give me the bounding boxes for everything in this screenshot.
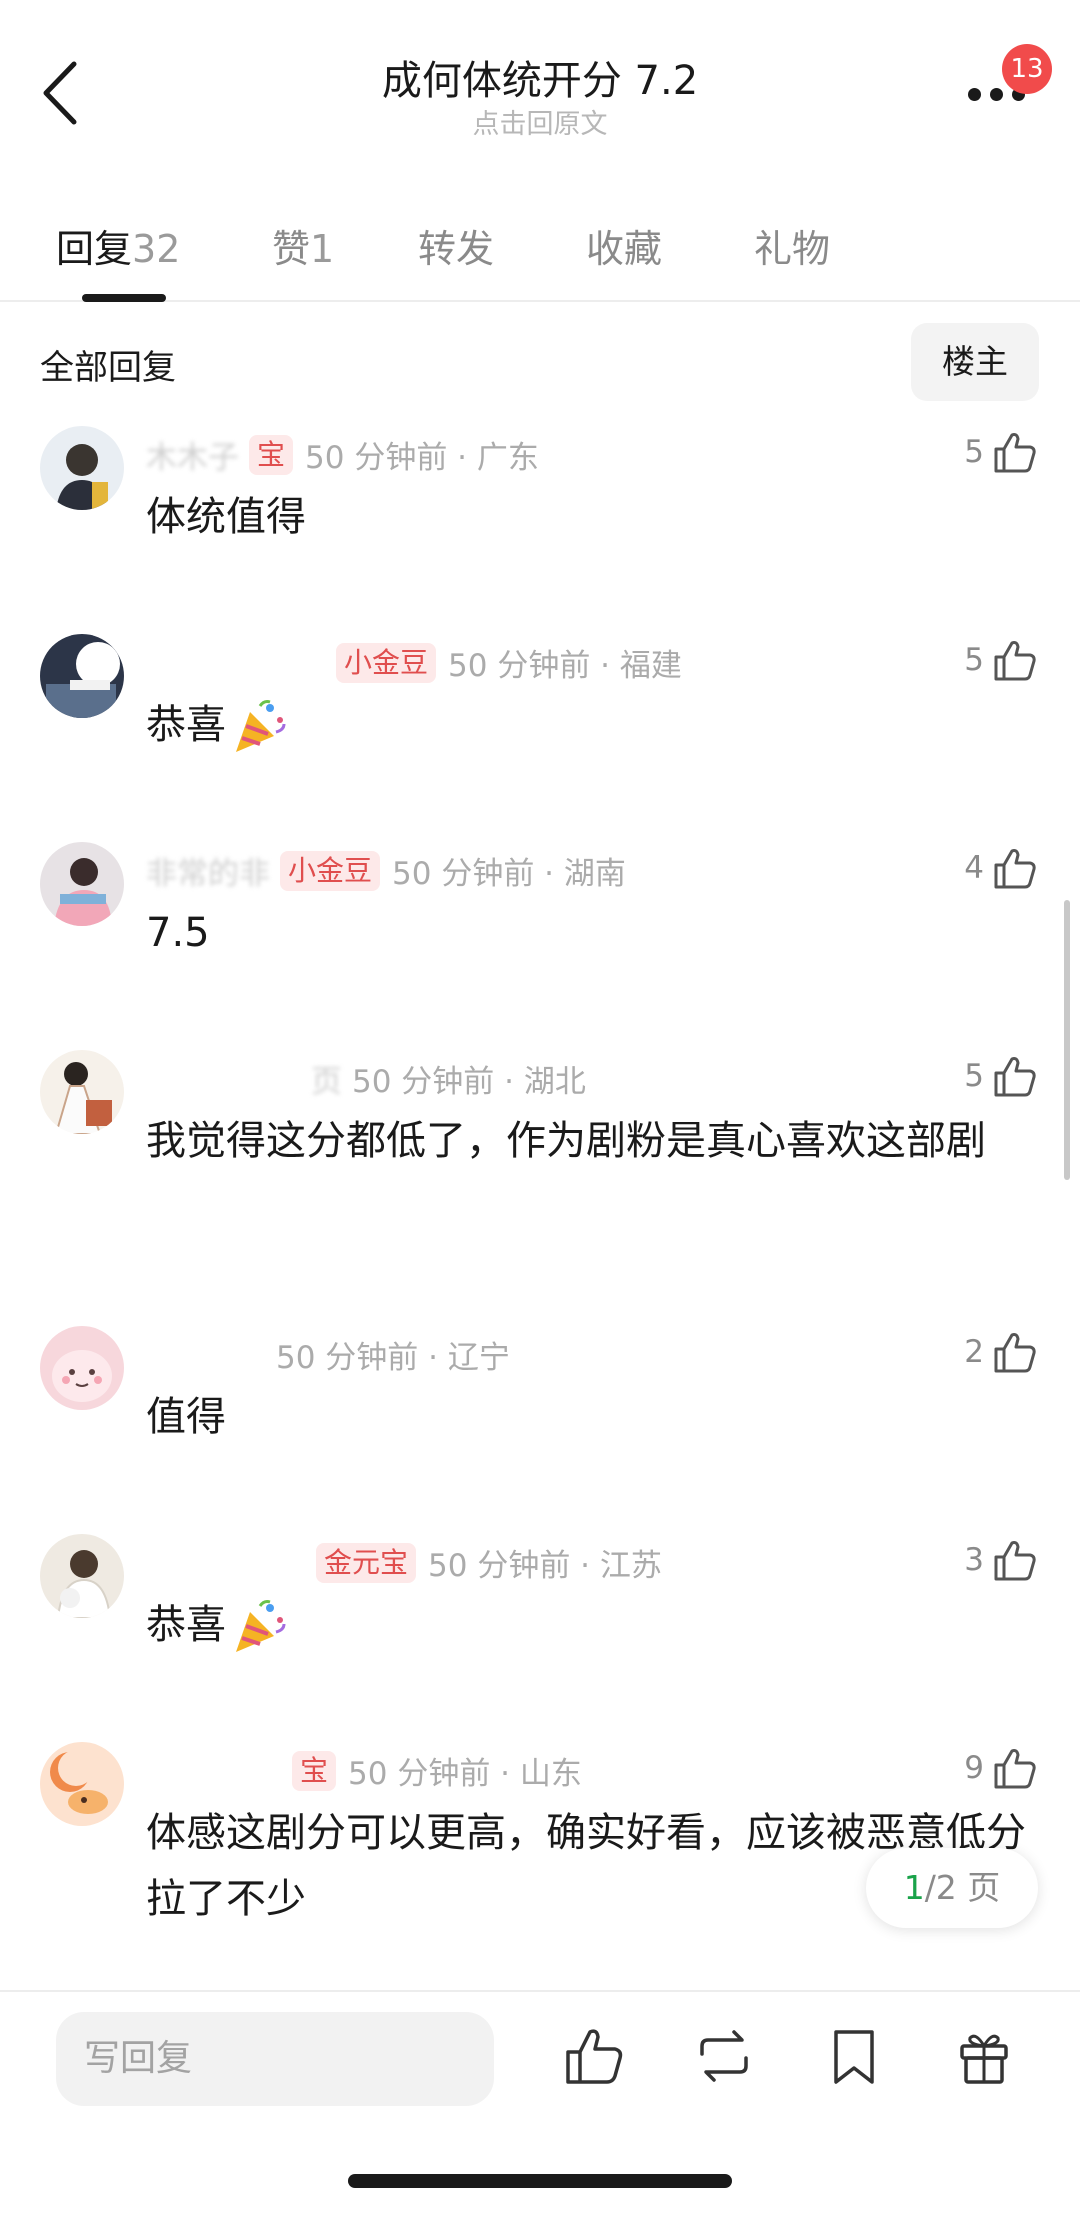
tab-label: 回复 — [56, 227, 133, 271]
home-indicator — [348, 2174, 732, 2188]
comment-meta: 金元宝 50 分钟前 · 江苏 — [146, 1540, 936, 1584]
timestamp-location: 50 分钟前 · 山东 — [348, 1756, 582, 1792]
comment-meta: 50 分钟前 · 辽宁 — [146, 1332, 936, 1376]
username[interactable]: 木木子 — [146, 432, 239, 477]
thumbs-up-icon[interactable] — [562, 2024, 626, 2088]
user-badge: 金元宝 — [316, 1542, 417, 1583]
avatar[interactable] — [40, 634, 124, 718]
view-original-link[interactable]: 点击回原文 — [0, 102, 1080, 141]
current-page: 1 — [903, 1868, 925, 1907]
comment-text-content: 恭喜 — [146, 702, 226, 748]
like-button[interactable]: 5 — [964, 1048, 1038, 1104]
like-button[interactable]: 3 — [964, 1532, 1038, 1588]
owner-filter-button[interactable]: 楼主 — [911, 323, 1039, 401]
tab-gifts[interactable]: 礼物 — [754, 218, 830, 273]
page-indicator[interactable]: 1/2 页 — [866, 1848, 1038, 1928]
timestamp-location: 50 分钟前 · 湖南 — [392, 856, 626, 892]
comment-meta: 宝 50 分钟前 · 山东 — [146, 1748, 936, 1792]
comment-text: 我觉得这分都低了，作为剧粉是真心喜欢这部剧 — [146, 1118, 986, 1164]
user-badge: 小金豆 — [280, 850, 381, 891]
all-replies-filter[interactable]: 全部回复 — [40, 340, 176, 389]
tab-likes[interactable]: 赞1 — [272, 218, 334, 273]
thumbs-up-icon — [994, 849, 1036, 889]
thumbs-up-icon — [994, 641, 1036, 681]
header: 成何体统开分 7.2 点击回原文 13 — [0, 0, 1080, 150]
party-popper-icon — [236, 1600, 286, 1652]
comment-text: 恭喜 — [146, 1592, 1026, 1658]
avatar[interactable] — [40, 1326, 124, 1410]
like-count: 4 — [964, 850, 984, 886]
timestamp-location: 50 分钟前 · 江苏 — [428, 1548, 662, 1584]
tab-bar: 回复32 赞1 转发 收藏 礼物 — [0, 200, 1080, 302]
user-badge: 宝 — [249, 434, 294, 475]
bottom-action-bar: 写回复 — [0, 1990, 1080, 2215]
like-count: 5 — [964, 1058, 984, 1094]
comment-text: 7.5 — [146, 910, 210, 956]
tab-label: 礼物 — [754, 227, 831, 271]
like-button[interactable]: 9 — [964, 1740, 1038, 1796]
gift-icon[interactable] — [952, 2024, 1016, 2088]
comment-meta: 非常的非 小金豆 50 分钟前 · 湖南 — [146, 848, 936, 892]
timestamp-location: 50 分钟前 · 辽宁 — [276, 1340, 510, 1376]
like-count: 3 — [964, 1542, 984, 1578]
scrollbar[interactable] — [1064, 900, 1070, 1180]
total-pages: /2 页 — [924, 1868, 1001, 1907]
user-badge: 小金豆 — [336, 642, 437, 683]
thumbs-up-icon — [994, 433, 1036, 473]
comment-text: 体统值得 — [146, 494, 306, 540]
thumbs-up-icon — [994, 1057, 1036, 1097]
timestamp-location: 50 分钟前 · 福建 — [448, 648, 682, 684]
comment-list: 木木子宝 50 分钟前 · 广东 5 体统值得 小金豆 50 分钟前 · 福建 5 … — [0, 410, 1080, 1980]
bookmark-icon[interactable] — [822, 2024, 886, 2088]
comment-text-content: 恭喜 — [146, 1602, 226, 1648]
like-count: 5 — [964, 434, 984, 470]
like-count: 2 — [964, 1334, 984, 1370]
tab-label: 收藏 — [586, 227, 663, 271]
like-button[interactable]: 5 — [964, 632, 1038, 688]
notification-badge: 13 — [1002, 44, 1052, 94]
avatar[interactable] — [40, 1050, 124, 1134]
avatar[interactable] — [40, 1534, 124, 1618]
active-tab-indicator — [82, 294, 166, 302]
username[interactable]: 页 — [146, 1056, 342, 1101]
comment-meta: 页 50 分钟前 · 湖北 — [146, 1056, 936, 1100]
comment-text: 恭喜 — [146, 692, 1026, 758]
repost-icon[interactable] — [692, 2024, 756, 2088]
like-count: 5 — [964, 642, 984, 678]
comment-meta: 木木子宝 50 分钟前 · 广东 — [146, 432, 936, 476]
comment-meta: 小金豆 50 分钟前 · 福建 — [146, 640, 936, 684]
avatar[interactable] — [40, 1742, 124, 1826]
tab-label: 转发 — [418, 227, 495, 271]
page-title[interactable]: 成何体统开分 7.2 — [0, 48, 1080, 106]
reply-input[interactable]: 写回复 — [56, 2012, 494, 2106]
avatar[interactable] — [40, 426, 124, 510]
like-button[interactable]: 5 — [964, 424, 1038, 480]
avatar[interactable] — [40, 842, 124, 926]
user-badge: 宝 — [292, 1750, 337, 1791]
party-popper-icon — [236, 700, 286, 752]
tab-count: 32 — [132, 227, 181, 271]
thumbs-up-icon — [994, 1541, 1036, 1581]
like-count: 9 — [964, 1750, 984, 1786]
timestamp-location: 50 分钟前 · 湖北 — [352, 1064, 586, 1100]
tab-reposts[interactable]: 转发 — [418, 218, 494, 273]
comment-text: 值得 — [146, 1394, 226, 1440]
timestamp-location: 50 分钟前 · 广东 — [305, 440, 539, 476]
tab-favorites[interactable]: 收藏 — [586, 218, 662, 273]
tab-replies[interactable]: 回复32 — [56, 218, 180, 273]
tab-label: 赞 — [272, 227, 311, 271]
tab-count: 1 — [310, 227, 335, 271]
like-button[interactable]: 4 — [964, 840, 1038, 896]
thumbs-up-icon — [994, 1749, 1036, 1789]
thumbs-up-icon — [994, 1333, 1036, 1373]
username[interactable]: 非常的非 — [146, 848, 270, 893]
like-button[interactable]: 2 — [964, 1324, 1038, 1380]
